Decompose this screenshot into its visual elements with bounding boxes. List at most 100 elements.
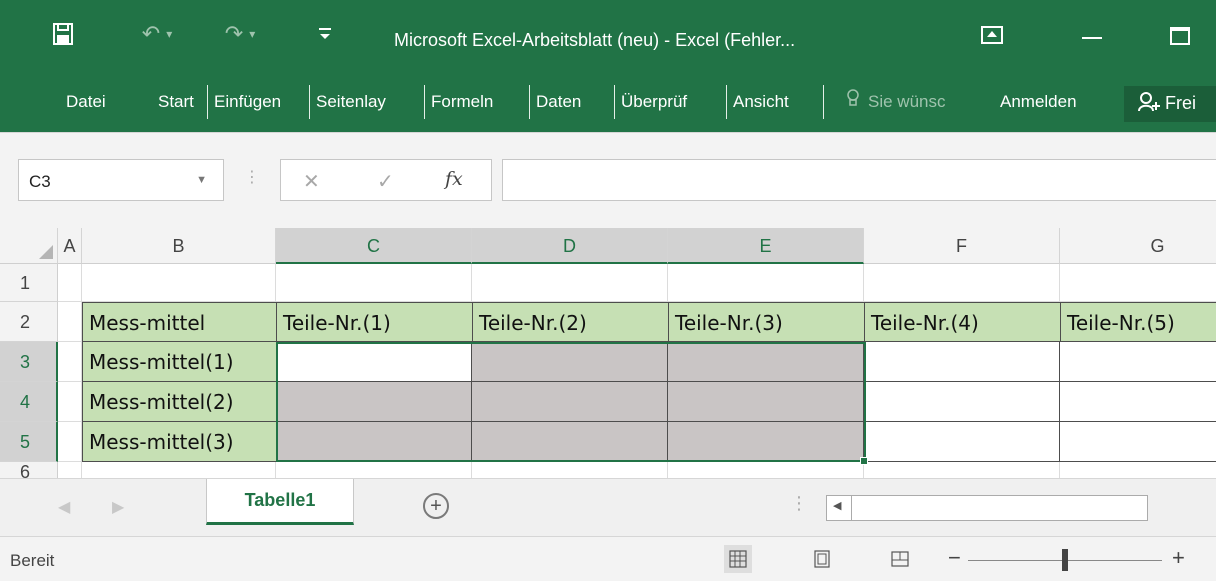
row-header-2[interactable]: 2 [0,302,58,342]
tab-page-layout[interactable]: Seitenlay [316,74,386,132]
cell-g1[interactable] [1060,264,1216,302]
resize-grip-icon[interactable]: ⋮ [244,167,260,187]
cell-f2[interactable]: Teile-Nr.(4) [864,302,1060,342]
cell-b4[interactable]: Mess-mittel(2) [82,382,276,422]
tab-separator [529,85,530,119]
row-header-3[interactable]: 3 [0,342,58,382]
page-break-icon[interactable] [886,545,914,573]
scroll-left-icon[interactable]: ◀ [833,499,841,512]
zoom-out-icon[interactable]: − [948,545,961,571]
window-title: Microsoft Excel-Arbeitsblatt (neu) - Exc… [394,30,796,50]
share-button[interactable]: Frei [1124,86,1216,122]
column-header-e[interactable]: E [668,228,864,264]
ribbon-display-icon[interactable] [980,24,1004,46]
tab-formulas[interactable]: Formeln [431,74,493,132]
maximize-icon[interactable] [1168,24,1192,48]
worksheet-grid: A B C D E F G 1 2 3 4 5 6 Mess-mittel Te… [0,228,1216,478]
row-header-6[interactable]: 6 [0,462,58,478]
cell-a4[interactable] [58,382,82,422]
cell-c2[interactable]: Teile-Nr.(1) [276,302,472,342]
dropdown-arrow-icon[interactable]: ▼ [196,174,207,186]
tab-file[interactable]: Datei [66,74,106,132]
cell-e1[interactable] [668,264,864,302]
cell-c4[interactable] [276,382,472,422]
row-header-4[interactable]: 4 [0,382,58,422]
cell-b3[interactable]: Mess-mittel(1) [82,342,276,382]
tab-data[interactable]: Daten [536,74,581,132]
tab-view[interactable]: Ansicht [733,74,789,132]
cell-f1[interactable] [864,264,1060,302]
name-box[interactable]: C3 ▼ [18,159,224,201]
sign-in-link[interactable]: Anmelden [1000,74,1077,132]
zoom-slider-thumb[interactable] [1062,549,1068,571]
customize-qat-icon[interactable] [314,22,336,46]
cell-b2[interactable]: Mess-mittel [82,302,276,342]
cell-a6[interactable] [58,462,82,478]
cell-a5[interactable] [58,422,82,462]
cell-e4[interactable] [668,382,864,422]
sheet-tab-tabelle1[interactable]: Tabelle1 [206,479,354,525]
cell-d6[interactable] [472,462,668,478]
column-header-g[interactable]: G [1060,228,1216,264]
cell-e6[interactable] [668,462,864,478]
cell-b6[interactable] [82,462,276,478]
add-sheet-icon[interactable]: + [423,493,449,519]
redo-icon[interactable]: ↷ ▾ [215,20,265,48]
cell-f6[interactable] [864,462,1060,478]
cell-g5[interactable] [1060,422,1216,462]
fill-handle[interactable] [860,457,868,465]
cell-d1[interactable] [472,264,668,302]
cell-c1[interactable] [276,264,472,302]
select-all-corner[interactable] [0,228,58,264]
save-icon[interactable] [52,22,74,46]
tab-review[interactable]: Überprüf [621,74,687,132]
cell-d3[interactable] [472,342,668,382]
tab-insert[interactable]: Einfügen [214,74,281,132]
column-header-c[interactable]: C [276,228,472,264]
normal-view-icon[interactable] [724,545,752,573]
row-header-5[interactable]: 5 [0,422,58,462]
column-header-b[interactable]: B [82,228,276,264]
tab-start[interactable]: Start [158,74,194,132]
cell-f3[interactable] [864,342,1060,382]
share-label: Frei [1165,93,1197,113]
cell-a1[interactable] [58,264,82,302]
cell-d5[interactable] [472,422,668,462]
scrollbar-thumb[interactable] [851,496,1147,520]
fx-icon[interactable]: fx [445,168,463,190]
cell-g2[interactable]: Teile-Nr.(5) [1060,302,1216,342]
page-layout-icon[interactable] [808,545,836,573]
sheet-prev-icon[interactable]: ◀ [58,497,70,517]
cell-f4[interactable] [864,382,1060,422]
cell-c3[interactable] [276,342,472,382]
cell-b5[interactable]: Mess-mittel(3) [82,422,276,462]
cell-a3[interactable] [58,342,82,382]
cell-g3[interactable] [1060,342,1216,382]
formula-input[interactable] [502,159,1216,201]
enter-icon[interactable]: ✓ [377,169,394,194]
row-header-1[interactable]: 1 [0,264,58,302]
cancel-icon[interactable]: ✕ [303,169,320,194]
column-header-d[interactable]: D [472,228,668,264]
column-header-f[interactable]: F [864,228,1060,264]
tell-me-search[interactable]: Sie wünsc [846,74,945,132]
cell-g4[interactable] [1060,382,1216,422]
cell-f5[interactable] [864,422,1060,462]
sheet-next-icon[interactable]: ▶ [112,497,124,517]
column-header-a[interactable]: A [58,228,82,264]
cell-d4[interactable] [472,382,668,422]
cell-e5[interactable] [668,422,864,462]
zoom-in-icon[interactable]: + [1172,545,1185,571]
split-handle-icon[interactable]: ⋮ [790,493,808,514]
minimize-icon[interactable] [1078,28,1106,48]
cell-d2[interactable]: Teile-Nr.(2) [472,302,668,342]
undo-icon[interactable]: ↶ ▾ [132,20,182,48]
cell-g6[interactable] [1060,462,1216,478]
cell-c5[interactable] [276,422,472,462]
cell-a2[interactable] [58,302,82,342]
cell-c6[interactable] [276,462,472,478]
cell-e2[interactable]: Teile-Nr.(3) [668,302,864,342]
cell-b1[interactable] [82,264,276,302]
horizontal-scrollbar[interactable]: ◀ [826,495,1148,521]
cell-e3[interactable] [668,342,864,382]
